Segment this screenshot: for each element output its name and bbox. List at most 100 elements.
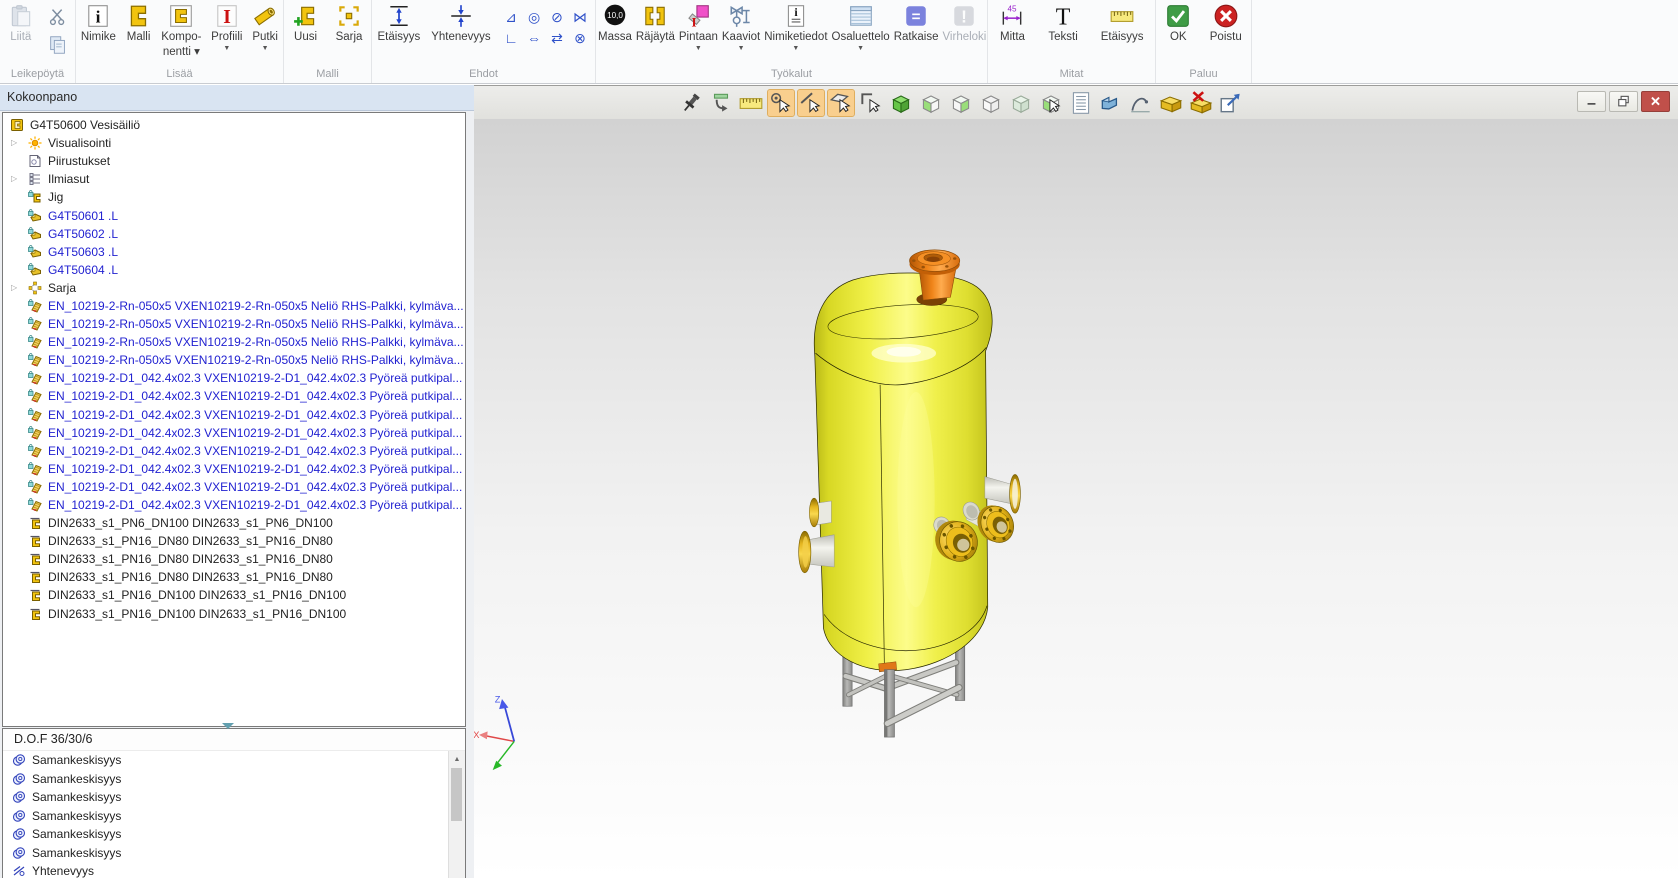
pin-icon[interactable] — [678, 90, 704, 116]
tree-item-din2633-s1-pn16-dn100-din2633-s1-pn16-dn[interactable]: DIN2633_s1_PN16_DN100 DIN2633_s1_PN16_DN… — [3, 605, 465, 623]
tree-item-en-10219-2-d1-042-4x02-3-vxen10219-2-d1-[interactable]: EN_10219-2-D1_042.4x02.3 VXEN10219-2-D1_… — [3, 369, 465, 387]
ribbon-etaisyys-button[interactable]: Etäisyys — [1099, 2, 1146, 45]
tree-item-en-10219-2-d1-042-4x02-3-vxen10219-2-d1-[interactable]: EN_10219-2-D1_042.4x02.3 VXEN10219-2-D1_… — [3, 387, 465, 405]
chevron-down-icon[interactable]: ▼ — [262, 45, 269, 52]
tree-item-g4t50601-l[interactable]: G4T50601 .L — [3, 206, 465, 224]
tank-3d-model[interactable]: X Z — [474, 119, 1678, 878]
window-restore-button[interactable] — [1609, 91, 1638, 112]
ribbon-massa-button[interactable]: 10,0Massa — [596, 2, 634, 45]
select-corner-icon[interactable] — [858, 90, 884, 116]
tree-item-piirustukset[interactable]: Piirustukset — [3, 152, 465, 170]
window-close-button[interactable] — [1641, 91, 1670, 112]
ribbon-rajayta-button[interactable]: Räjäytä — [634, 2, 677, 45]
cube-left-icon[interactable] — [918, 90, 944, 116]
select-face-icon[interactable] — [828, 90, 854, 116]
tree-item-sarja[interactable]: ▷Sarja — [3, 279, 465, 297]
drawer-icon[interactable] — [1158, 90, 1184, 116]
cube-pale-icon[interactable] — [1008, 90, 1034, 116]
tree-item-en-10219-2-rn-050x5-vxen10219-2-rn-050x5[interactable]: EN_10219-2-Rn-050x5 VXEN10219-2-Rn-050x5… — [3, 351, 465, 369]
constraint-icon-6[interactable]: ⇄ — [546, 28, 569, 49]
doc-list-icon[interactable] — [1068, 90, 1094, 116]
chevron-down-icon[interactable]: ▼ — [738, 45, 745, 52]
ribbon-osaluettelo-button[interactable]: Osaluettelo▼ — [830, 2, 892, 53]
tree-item-din2633-s1-pn16-dn80-din2633-s1-pn16-dn8[interactable]: DIN2633_s1_PN16_DN80 DIN2633_s1_PN16_DN8… — [3, 550, 465, 568]
expand-arrow-icon[interactable]: ▷ — [11, 138, 17, 147]
ribbon-kompo-button[interactable]: Kompo-nentti ▾ — [159, 2, 203, 59]
ruler-icon[interactable] — [738, 90, 764, 116]
ribbon-uusi-button[interactable]: Uusi — [291, 2, 321, 45]
tree-item-en-10219-2-d1-042-4x02-3-vxen10219-2-d1-[interactable]: EN_10219-2-D1_042.4x02.3 VXEN10219-2-D1_… — [3, 424, 465, 442]
ribbon-pintaan-button[interactable]: IPintaan▼ — [677, 2, 720, 53]
ribbon-poistu-button[interactable]: Poistu — [1208, 2, 1244, 45]
ribbon-kaaviot-button[interactable]: Kaaviot▼ — [720, 2, 762, 53]
ribbon-sarja-button[interactable]: Sarja — [334, 2, 365, 45]
external-view-icon[interactable] — [1218, 90, 1244, 116]
chevron-down-icon[interactable]: ▼ — [857, 45, 864, 52]
cube-right-icon[interactable] — [948, 90, 974, 116]
ribbon-copy-button[interactable] — [47, 34, 69, 56]
ribbon-profiili-button[interactable]: IProfiili▼ — [209, 2, 244, 53]
3d-canvas[interactable]: X Z — [474, 119, 1678, 878]
chevron-down-icon[interactable]: ▼ — [695, 45, 702, 52]
select-edge-icon[interactable] — [798, 90, 824, 116]
tree-item-g4t50604-l[interactable]: G4T50604 .L — [3, 261, 465, 279]
chevron-down-icon[interactable]: ▼ — [792, 45, 799, 52]
select-circle-icon[interactable] — [768, 90, 794, 116]
tree-item-g4t50600-vesisailio[interactable]: G4T50600 Vesisäiliö — [3, 116, 465, 134]
cube-wire-icon[interactable] — [978, 90, 1004, 116]
ribbon-nimiketiedot-button[interactable]: iNimiketiedot▼ — [762, 2, 829, 53]
ribbon-liita-button[interactable]: Liitä — [6, 2, 36, 45]
constraint-item-samankeskisyys[interactable]: Samankeskisyys — [3, 807, 448, 826]
tree-item-en-10219-2-d1-042-4x02-3-vxen10219-2-d1-[interactable]: EN_10219-2-D1_042.4x02.3 VXEN10219-2-D1_… — [3, 460, 465, 478]
tree-item-en-10219-2-rn-050x5-vxen10219-2-rn-050x5[interactable]: EN_10219-2-Rn-050x5 VXEN10219-2-Rn-050x5… — [3, 333, 465, 351]
ribbon-virheloki-button[interactable]: !Virheloki — [940, 2, 988, 45]
tree-item-g4t50603-l[interactable]: G4T50603 .L — [3, 243, 465, 261]
tree-item-en-10219-2-d1-042-4x02-3-vxen10219-2-d1-[interactable]: EN_10219-2-D1_042.4x02.3 VXEN10219-2-D1_… — [3, 478, 465, 496]
tree-item-din2633-s1-pn16-dn100-din2633-s1-pn16-dn[interactable]: DIN2633_s1_PN16_DN100 DIN2633_s1_PN16_DN… — [3, 586, 465, 604]
tree-item-en-10219-2-rn-050x5-vxen10219-2-rn-050x5[interactable]: EN_10219-2-Rn-050x5 VXEN10219-2-Rn-050x5… — [3, 315, 465, 333]
constraint-icon-1[interactable]: ◎ — [523, 7, 546, 28]
left-upper-nozzle[interactable] — [809, 498, 831, 527]
support-brace-lower[interactable] — [887, 688, 959, 724]
ribbon-teksti-button[interactable]: TTeksti — [1046, 2, 1079, 45]
chevron-down-icon[interactable]: ▼ — [223, 45, 230, 52]
constraint-item-samankeskisyys[interactable]: Samankeskisyys — [3, 844, 448, 863]
constraint-item-samankeskisyys[interactable]: Samankeskisyys — [3, 825, 448, 844]
constraint-item-samankeskisyys[interactable]: Samankeskisyys — [3, 770, 448, 789]
constraint-icon-5[interactable]: ⇔ — [523, 28, 546, 49]
tree-item-en-10219-2-d1-042-4x02-3-vxen10219-2-d1-[interactable]: EN_10219-2-D1_042.4x02.3 VXEN10219-2-D1_… — [3, 496, 465, 514]
part-blue-icon[interactable] — [1098, 90, 1124, 116]
constraint-item-yhtenevyys[interactable]: Yhtenevyys — [3, 862, 448, 878]
constraint-item-samankeskisyys[interactable]: Samankeskisyys — [3, 751, 448, 770]
drawer-delete-icon[interactable] — [1188, 90, 1214, 116]
constraint-icon-7[interactable]: ⊗ — [569, 28, 592, 49]
ribbon-ratkaise-button[interactable]: =Ratkaise — [892, 2, 941, 45]
scroll-up-icon[interactable]: ▲ — [449, 752, 465, 767]
tree-item-din2633-s1-pn16-dn80-din2633-s1-pn16-dn8[interactable]: DIN2633_s1_PN16_DN80 DIN2633_s1_PN16_DN8… — [3, 532, 465, 550]
panel-splitter-handle[interactable] — [222, 723, 234, 729]
cube-cursor-icon[interactable] — [1038, 90, 1064, 116]
tree-item-en-10219-2-d1-042-4x02-3-vxen10219-2-d1-[interactable]: EN_10219-2-D1_042.4x02.3 VXEN10219-2-D1_… — [3, 442, 465, 460]
tree-item-en-10219-2-rn-050x5-vxen10219-2-rn-050x5[interactable]: EN_10219-2-Rn-050x5 VXEN10219-2-Rn-050x5… — [3, 297, 465, 315]
window-minimize-button[interactable] — [1577, 91, 1606, 112]
ribbon-malli-button[interactable]: Malli — [124, 2, 154, 45]
ribbon-ok-button[interactable]: OK — [1163, 2, 1193, 45]
tree-item-din2633-s1-pn6-dn100-din2633-s1-pn6-dn10[interactable]: DIN2633_s1_PN6_DN100 DIN2633_s1_PN6_DN10… — [3, 514, 465, 532]
dragmove-icon[interactable] — [708, 90, 734, 116]
expand-arrow-icon[interactable]: ▷ — [11, 174, 17, 183]
tree-item-jig[interactable]: Jig — [3, 188, 465, 206]
constraint-icon-2[interactable]: ⊘ — [546, 7, 569, 28]
tree-item-ilmiasut[interactable]: ▷Ilmiasut — [3, 170, 465, 188]
constraint-item-samankeskisyys[interactable]: Samankeskisyys — [3, 788, 448, 807]
ribbon-etaisyys-button[interactable]: Etäisyys — [375, 2, 422, 45]
ribbon-yhtenevyys-button[interactable]: Yhtenevyys — [429, 2, 492, 45]
constraint-icon-0[interactable]: ⊿ — [500, 7, 523, 28]
scroll-thumb[interactable] — [451, 768, 462, 821]
constraint-icon-4[interactable]: ∟ — [500, 28, 523, 49]
left-lower-nozzle[interactable] — [799, 531, 835, 573]
tree-item-visualisointi[interactable]: ▷Visualisointi — [3, 134, 465, 152]
ribbon-putki-button[interactable]: Putki▼ — [250, 2, 280, 53]
cube-solid-icon[interactable] — [888, 90, 914, 116]
tank-body[interactable] — [814, 273, 992, 671]
tree-item-g4t50602-l[interactable]: G4T50602 .L — [3, 225, 465, 243]
